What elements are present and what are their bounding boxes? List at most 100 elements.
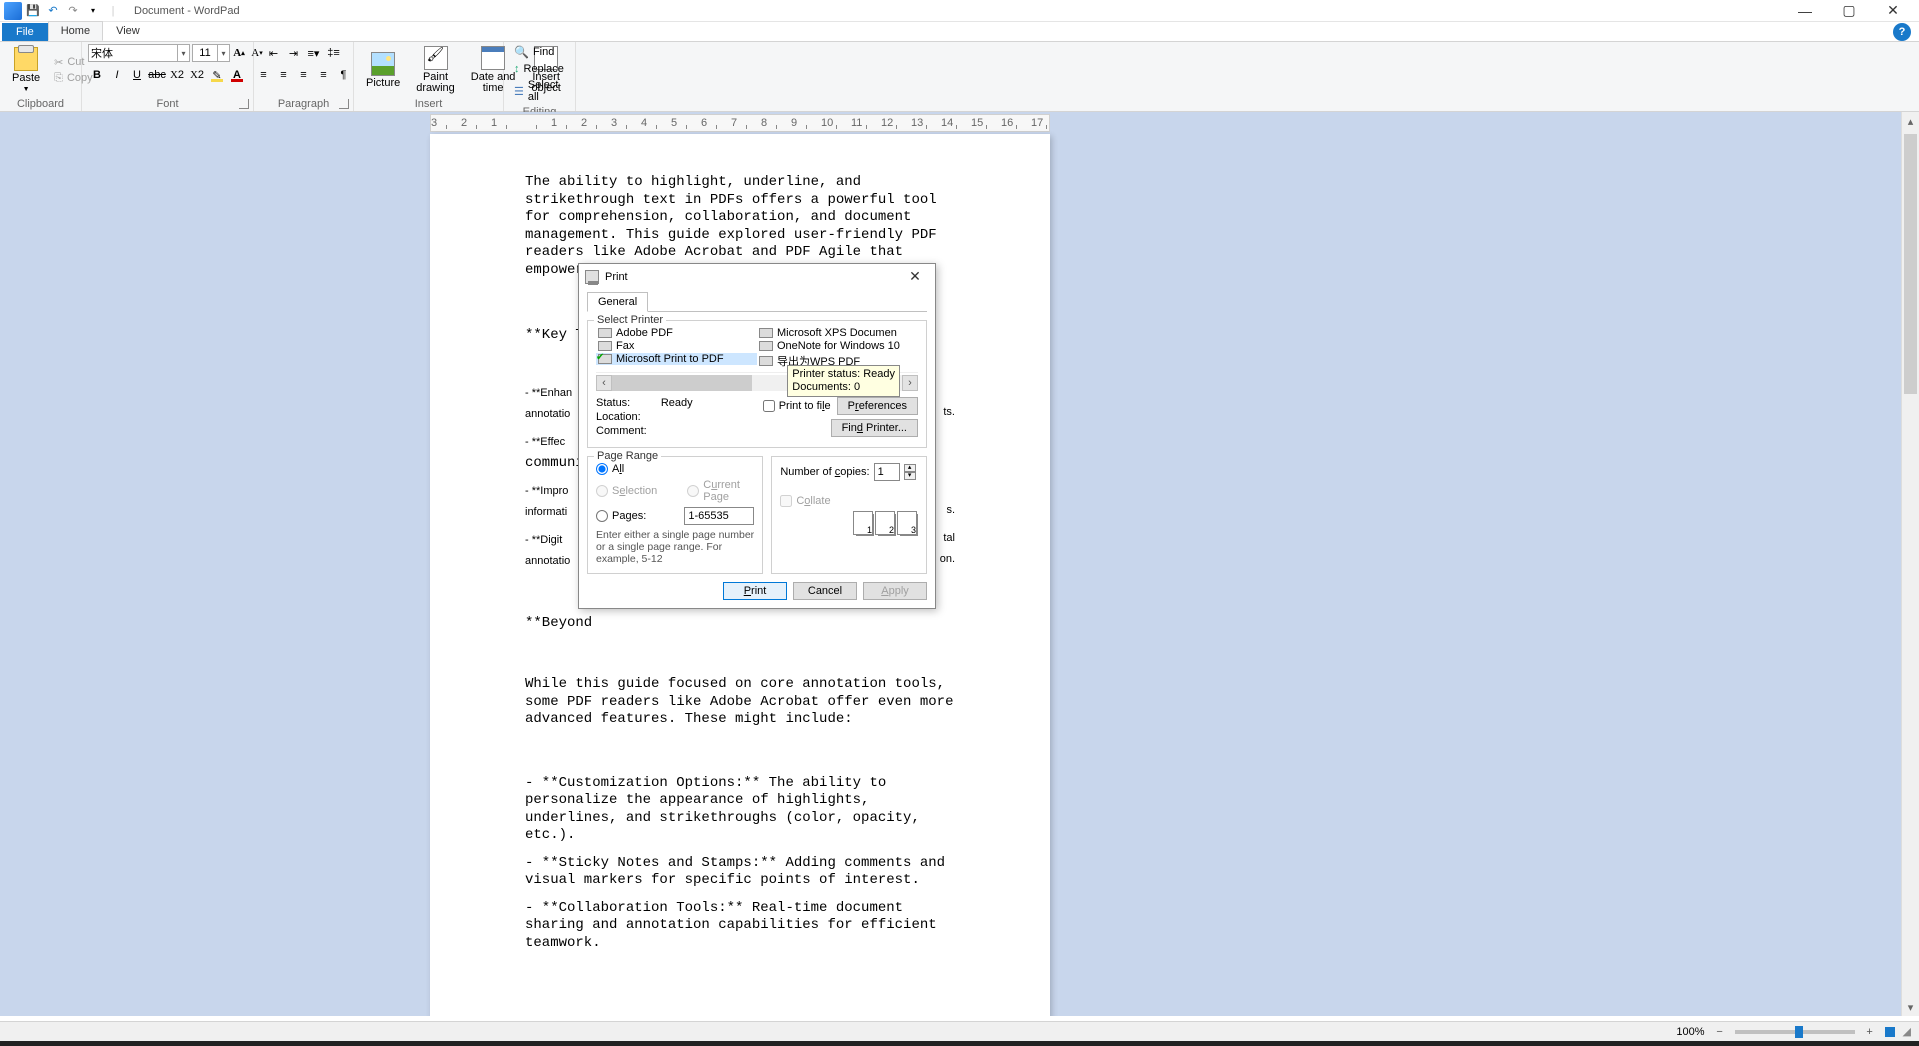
cancel-button[interactable]: Cancel: [793, 582, 857, 600]
page-range-label: Page Range: [594, 450, 661, 462]
replace-button[interactable]: Replace: [510, 62, 568, 76]
paragraph-dialog-launcher[interactable]: [339, 99, 349, 109]
font-name-dropdown[interactable]: [178, 44, 190, 62]
vertical-scrollbar[interactable]: ▴ ▾: [1901, 112, 1919, 1016]
printer-default-icon: [598, 354, 612, 364]
increase-indent-button[interactable]: ⇥: [285, 44, 303, 62]
highlight-color-button[interactable]: ✎: [208, 66, 226, 84]
zoom-out-button[interactable]: −: [1713, 1026, 1727, 1038]
selection-radio[interactable]: Selection: [596, 479, 657, 503]
font-dialog-launcher[interactable]: [239, 99, 249, 109]
find-icon: [514, 45, 529, 59]
superscript-button[interactable]: X2: [188, 66, 206, 84]
help-icon[interactable]: ?: [1893, 23, 1911, 41]
paragraph-text: While this guide focused on core annotat…: [525, 676, 955, 729]
paste-button[interactable]: Paste ▼: [6, 45, 46, 95]
collate-checkbox[interactable]: Collate: [780, 495, 830, 507]
copies-label: Number of copies:: [780, 466, 869, 478]
picture-button[interactable]: Picture: [360, 50, 406, 91]
copy-icon: [54, 72, 63, 85]
printer-list[interactable]: Adobe PDF Fax Microsoft Print to PDF Mic…: [596, 327, 918, 373]
paragraph-marks-button[interactable]: ¶: [335, 66, 353, 84]
printer-icon: [598, 341, 612, 351]
print-button[interactable]: Print: [723, 582, 787, 600]
current-page-radio[interactable]: Current Page: [687, 479, 754, 503]
paragraph-text: - **Sticky Notes and Stamps:** Adding co…: [525, 855, 955, 890]
underline-button[interactable]: U: [128, 66, 146, 84]
line-spacing-button[interactable]: ‡≡: [325, 44, 343, 62]
subscript-button[interactable]: X2: [168, 66, 186, 84]
preferences-button[interactable]: Preferences: [837, 397, 918, 415]
spin-up[interactable]: ▴: [904, 464, 916, 472]
printer-item-xps[interactable]: Microsoft XPS Documen: [757, 327, 918, 339]
maximize-button[interactable]: ▢: [1827, 0, 1871, 22]
qat-undo-icon[interactable]: ↶: [44, 2, 62, 20]
cut-icon: [54, 56, 63, 69]
scroll-down-arrow[interactable]: ▾: [1902, 998, 1919, 1016]
ribbon: Paste ▼ Cut Copy Clipboard A▴ A▾ B I: [0, 42, 1919, 112]
minimize-button[interactable]: —: [1783, 0, 1827, 22]
qat-save-icon[interactable]: 💾: [24, 2, 42, 20]
collate-illustration: 11 22 33: [780, 514, 918, 536]
copies-input[interactable]: [874, 463, 900, 481]
printer-item-ms-print-to-pdf[interactable]: Microsoft Print to PDF: [596, 353, 757, 365]
scroll-thumb[interactable]: [1904, 134, 1917, 394]
view-tab[interactable]: View: [103, 21, 153, 41]
scroll-left-arrow[interactable]: ‹: [596, 375, 612, 391]
printer-item-onenote[interactable]: OneNote for Windows 10: [757, 340, 918, 352]
bullets-button[interactable]: ≡▾: [305, 44, 323, 62]
resize-grip-icon[interactable]: ◢: [1903, 1025, 1911, 1038]
close-button[interactable]: ✕: [1871, 0, 1915, 22]
spin-down[interactable]: ▾: [904, 472, 916, 480]
page-range-group: Page Range All Selection Current Page Pa…: [587, 456, 763, 574]
ruler[interactable]: 3211234567891011121314151617: [430, 114, 1050, 132]
paint-drawing-button[interactable]: Paint drawing: [410, 44, 461, 96]
hscroll-thumb[interactable]: [612, 375, 752, 391]
apply-button[interactable]: Apply: [863, 582, 927, 600]
title-bar: 💾 ↶ ↷ ▾ | Document - WordPad — ▢ ✕: [0, 0, 1919, 22]
align-left-button[interactable]: ≡: [255, 66, 273, 84]
printer-item-fax[interactable]: Fax: [596, 340, 757, 352]
picture-icon: [371, 52, 395, 76]
font-color-button[interactable]: A: [228, 66, 246, 84]
status-label: Status:: [596, 397, 630, 409]
align-center-button[interactable]: ≡: [275, 66, 293, 84]
all-pages-radio[interactable]: All: [596, 463, 624, 475]
copies-spinner[interactable]: ▴▾: [904, 464, 916, 480]
font-name-input[interactable]: [88, 44, 178, 62]
qat-redo-icon[interactable]: ↷: [64, 2, 82, 20]
print-to-file-checkbox[interactable]: Print to file: [763, 400, 831, 412]
pages-radio[interactable]: Pages:: [596, 510, 646, 522]
font-size-input[interactable]: [192, 44, 218, 62]
home-tab[interactable]: Home: [48, 21, 103, 41]
scroll-up-arrow[interactable]: ▴: [1902, 112, 1919, 130]
file-tab[interactable]: File: [2, 23, 48, 41]
font-size-dropdown[interactable]: [218, 44, 230, 62]
general-tab[interactable]: General: [587, 292, 648, 312]
dialog-titlebar[interactable]: Print ✕: [579, 264, 935, 289]
decrease-indent-button[interactable]: ⇤: [265, 44, 283, 62]
italic-button[interactable]: I: [108, 66, 126, 84]
window-controls: — ▢ ✕: [1783, 0, 1915, 22]
printer-item-adobe[interactable]: Adobe PDF: [596, 327, 757, 339]
zoom-slider-handle[interactable]: [1795, 1026, 1803, 1038]
strikethrough-button[interactable]: abc: [148, 66, 166, 84]
justify-button[interactable]: ≡: [315, 66, 333, 84]
grow-font-button[interactable]: A▴: [230, 44, 248, 62]
bold-button[interactable]: B: [88, 66, 106, 84]
find-printer-button[interactable]: Find Printer...: [831, 419, 918, 437]
find-button[interactable]: Find: [510, 44, 558, 60]
printer-icon: [598, 328, 612, 338]
printer-icon: [759, 328, 773, 338]
align-right-button[interactable]: ≡: [295, 66, 313, 84]
scroll-right-arrow[interactable]: ›: [902, 375, 918, 391]
status-bar: 100% − + ◢: [0, 1021, 1919, 1041]
qat-customize-icon[interactable]: ▾: [84, 2, 102, 20]
zoom-in-button[interactable]: +: [1863, 1026, 1877, 1038]
page-range-hint: Enter either a single page number or a s…: [596, 529, 754, 565]
pages-input[interactable]: [684, 507, 754, 525]
select-all-button[interactable]: Select all: [510, 78, 569, 104]
dialog-close-button[interactable]: ✕: [901, 268, 929, 285]
window-title: Document - WordPad: [134, 5, 240, 17]
zoom-slider[interactable]: [1735, 1030, 1855, 1034]
